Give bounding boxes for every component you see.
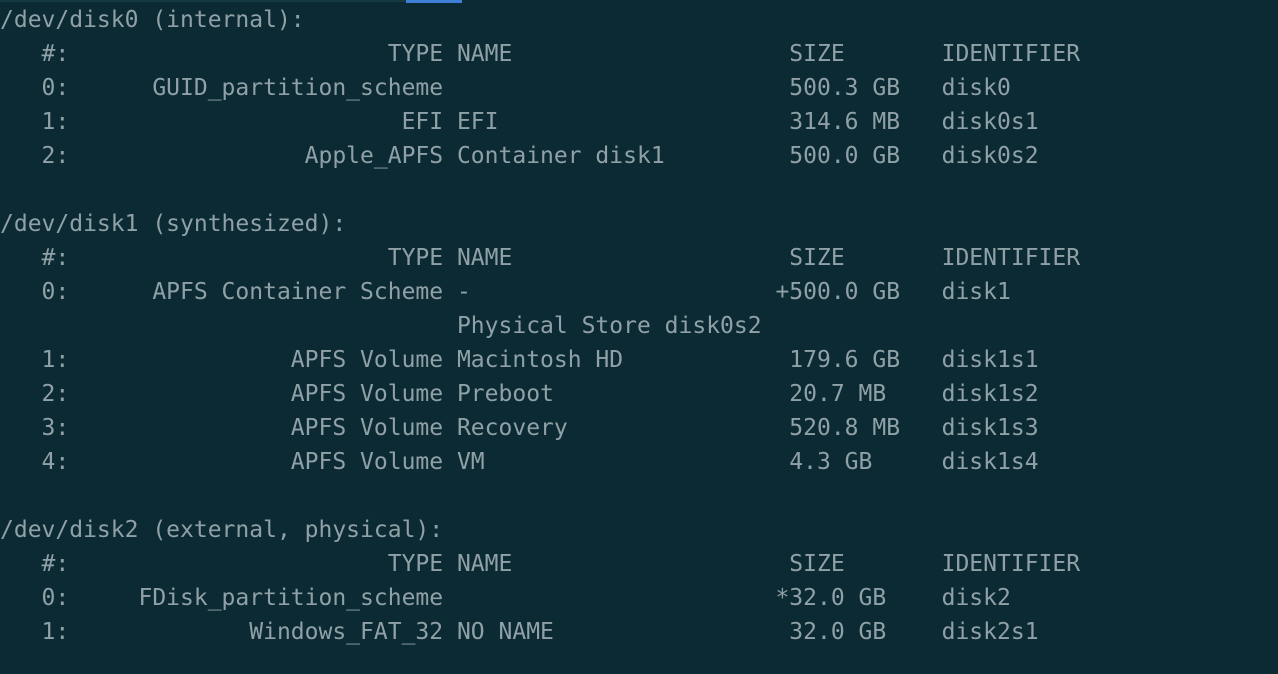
terminal-line: 0: GUID_partition_scheme 500.3 GB disk0 bbox=[0, 75, 1011, 101]
terminal-line: 0: APFS Container Scheme - +500.0 GB dis… bbox=[0, 279, 1011, 305]
terminal-line: 2: APFS Volume Preboot 20.7 MB disk1s2 bbox=[0, 381, 1039, 407]
terminal-line: 1: APFS Volume Macintosh HD 179.6 GB dis… bbox=[0, 347, 1039, 373]
terminal-window[interactable]: /dev/disk0 (internal): #: TYPE NAME SIZE… bbox=[0, 0, 1278, 674]
terminal-line: 1: EFI EFI 314.6 MB disk0s1 bbox=[0, 109, 1039, 135]
terminal-line: Physical Store disk0s2 bbox=[0, 313, 762, 339]
terminal-line: /dev/disk0 (internal): bbox=[0, 7, 305, 33]
terminal-line: 0: FDisk_partition_scheme *32.0 GB disk2 bbox=[0, 585, 1011, 611]
terminal-line: #: TYPE NAME SIZE IDENTIFIER bbox=[0, 41, 1081, 67]
terminal-output: /dev/disk0 (internal): #: TYPE NAME SIZE… bbox=[0, 3, 1278, 649]
terminal-line: #: TYPE NAME SIZE IDENTIFIER bbox=[0, 245, 1081, 271]
terminal-line: 4: APFS Volume VM 4.3 GB disk1s4 bbox=[0, 449, 1039, 475]
terminal-line: 3: APFS Volume Recovery 520.8 MB disk1s3 bbox=[0, 415, 1039, 441]
terminal-line: #: TYPE NAME SIZE IDENTIFIER bbox=[0, 551, 1081, 577]
terminal-line: 1: Windows_FAT_32 NO NAME 32.0 GB disk2s… bbox=[0, 619, 1039, 645]
terminal-line: /dev/disk2 (external, physical): bbox=[0, 517, 444, 543]
terminal-line: /dev/disk1 (synthesized): bbox=[0, 211, 347, 237]
top-strip bbox=[0, 0, 406, 2]
terminal-line: 2: Apple_APFS Container disk1 500.0 GB d… bbox=[0, 143, 1039, 169]
